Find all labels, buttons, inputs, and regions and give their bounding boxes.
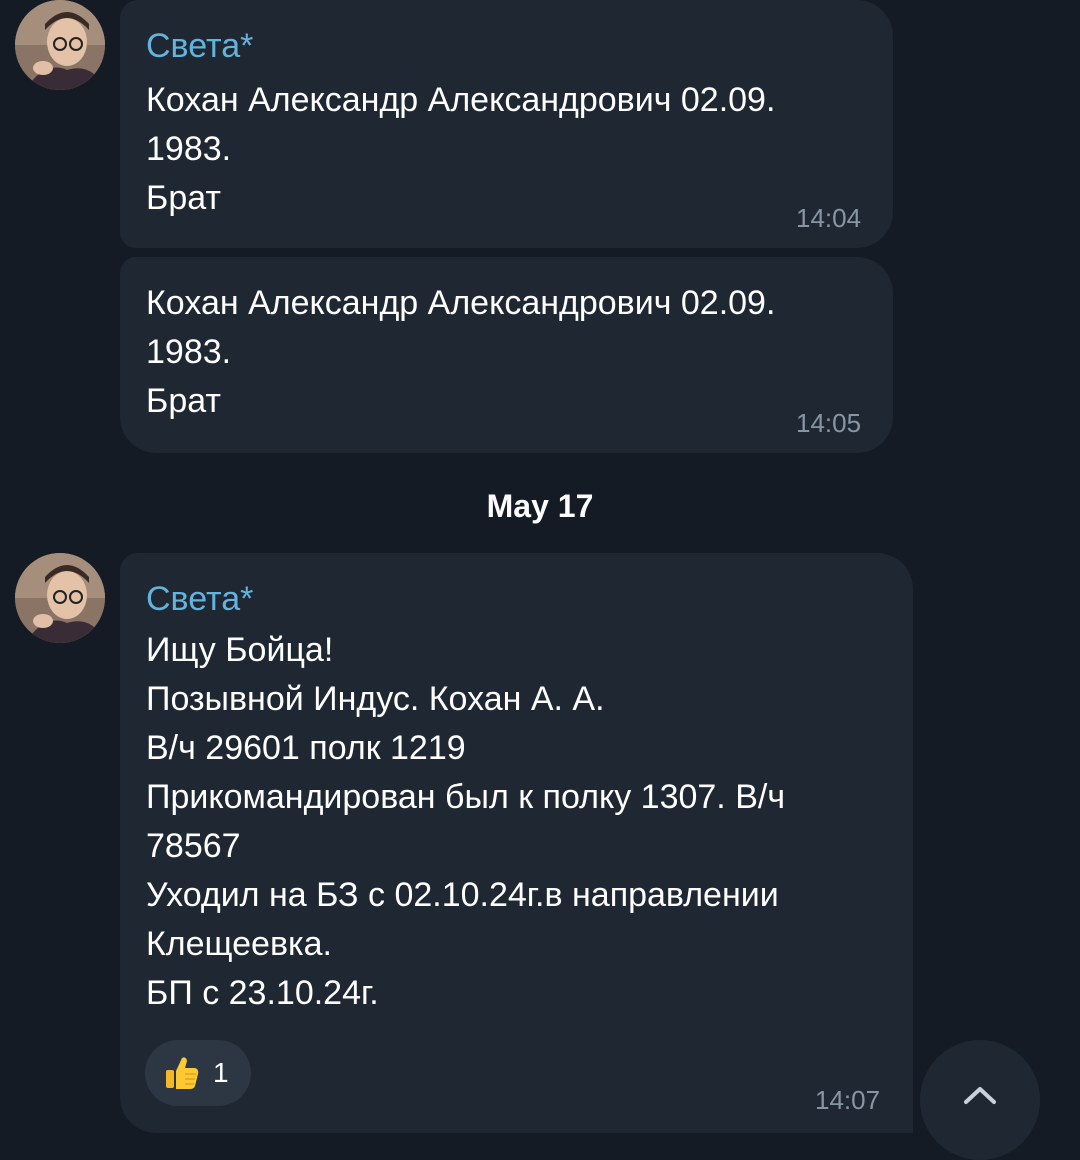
reaction-count: 1 — [213, 1057, 229, 1088]
message-line: Уходил на БЗ с 02.10.24г.в направлении — [146, 876, 779, 914]
message-time: 14:05 — [796, 408, 862, 438]
message-line: 1983. — [146, 130, 232, 168]
avatar-photo — [15, 0, 105, 90]
message-text: Кохан Александр Александрович 02.09. 198… — [146, 76, 775, 223]
message-line: Кохан Александр Александрович 02.09. — [146, 284, 776, 322]
sender-name[interactable]: Света* — [146, 579, 253, 619]
message-line: Клещеевка. — [146, 925, 333, 963]
message-text: Ищу Бойца! Позывной Индус. Кохан А. А. В… — [146, 626, 785, 1018]
sender-avatar[interactable] — [15, 0, 105, 90]
avatar-photo — [15, 553, 105, 643]
message-line: Брат — [146, 382, 221, 420]
message-time: 14:04 — [796, 203, 862, 233]
message-bubble[interactable]: Света* Кохан Александр Александрович 02.… — [120, 0, 893, 248]
thumbs-up-icon — [166, 1057, 199, 1089]
message-line: В/ч 29601 полк 1219 — [146, 729, 466, 767]
date-separator: May 17 — [486, 488, 594, 524]
message-line: Прикомандирован был к полку 1307. В/ч — [146, 778, 786, 816]
message-line: 1983. — [146, 333, 232, 371]
sender-avatar[interactable] — [15, 553, 105, 643]
message-time: 14:07 — [815, 1085, 881, 1115]
message-line: Брат — [146, 179, 221, 217]
reaction-chip[interactable]: 1 — [145, 1040, 251, 1106]
message-line: Кохан Александр Александрович 02.09. — [146, 81, 776, 119]
scroll-button[interactable] — [920, 1040, 1040, 1160]
message-line: Ищу Бойца! — [146, 631, 334, 669]
message-line: 78567 — [146, 827, 241, 865]
message-line: Позывной Индус. Кохан А. А. — [146, 680, 605, 718]
message-bubble[interactable]: Света* Ищу Бойца! Позывной Индус. Кохан … — [120, 553, 913, 1133]
message-line: БП с 23.10.24г. — [146, 974, 379, 1012]
chevron-up-icon — [964, 1087, 996, 1104]
message-bubble[interactable]: Кохан Александр Александрович 02.09. 198… — [120, 257, 893, 453]
message-text: Кохан Александр Александрович 02.09. 198… — [146, 279, 775, 426]
sender-name[interactable]: Света* — [146, 26, 253, 66]
